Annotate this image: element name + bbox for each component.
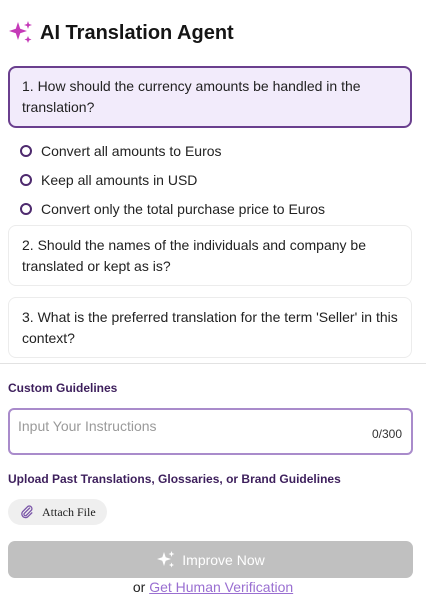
question-text: 3. What is the preferred translation for… [22,309,398,346]
question-text: 1. How should the currency amounts be ha… [22,78,361,115]
app-header: AI Translation Agent [8,18,234,48]
option-label: Convert all amounts to Euros [41,142,222,159]
sparkle-icon [157,550,175,567]
answer-options: Convert all amounts to Euros Keep all am… [20,136,410,223]
attach-file-button[interactable]: Attach File [8,499,107,525]
upload-label: Upload Past Translations, Glossaries, or… [8,472,341,486]
radio-button[interactable] [20,144,32,157]
radio-button[interactable] [20,173,32,186]
option-convert-total-euros[interactable]: Convert only the total purchase price to… [20,194,410,223]
paperclip-icon [21,505,33,519]
question-text: 2. Should the names of the individuals a… [22,237,367,274]
human-verification-link[interactable]: Get Human Verification [149,579,293,595]
question-card-2[interactable]: 2. Should the names of the individuals a… [8,225,412,286]
character-counter: 0/300 [371,427,402,441]
option-keep-usd[interactable]: Keep all amounts in USD [20,165,410,194]
improve-now-button[interactable]: Improve Now [8,541,413,578]
radio-button[interactable] [20,202,32,215]
footer: or Get Human Verification [0,579,426,595]
option-convert-all-euros[interactable]: Convert all amounts to Euros [20,136,410,165]
section-divider [0,363,426,364]
guidelines-input[interactable] [18,418,358,434]
custom-guidelines-label: Custom Guidelines [8,381,118,395]
question-card-1[interactable]: 1. How should the currency amounts be ha… [8,66,412,128]
guidelines-input-box[interactable]: 0/300 [8,408,413,455]
page-title: AI Translation Agent [40,21,234,44]
option-label: Keep all amounts in USD [41,171,198,188]
improve-now-label: Improve Now [182,551,265,568]
sparkle-icon [9,21,32,43]
attach-file-label: Attach File [42,504,96,519]
or-text: or [132,579,146,595]
option-label: Convert only the total purchase price to… [41,200,326,217]
question-card-3[interactable]: 3. What is the preferred translation for… [8,297,412,358]
